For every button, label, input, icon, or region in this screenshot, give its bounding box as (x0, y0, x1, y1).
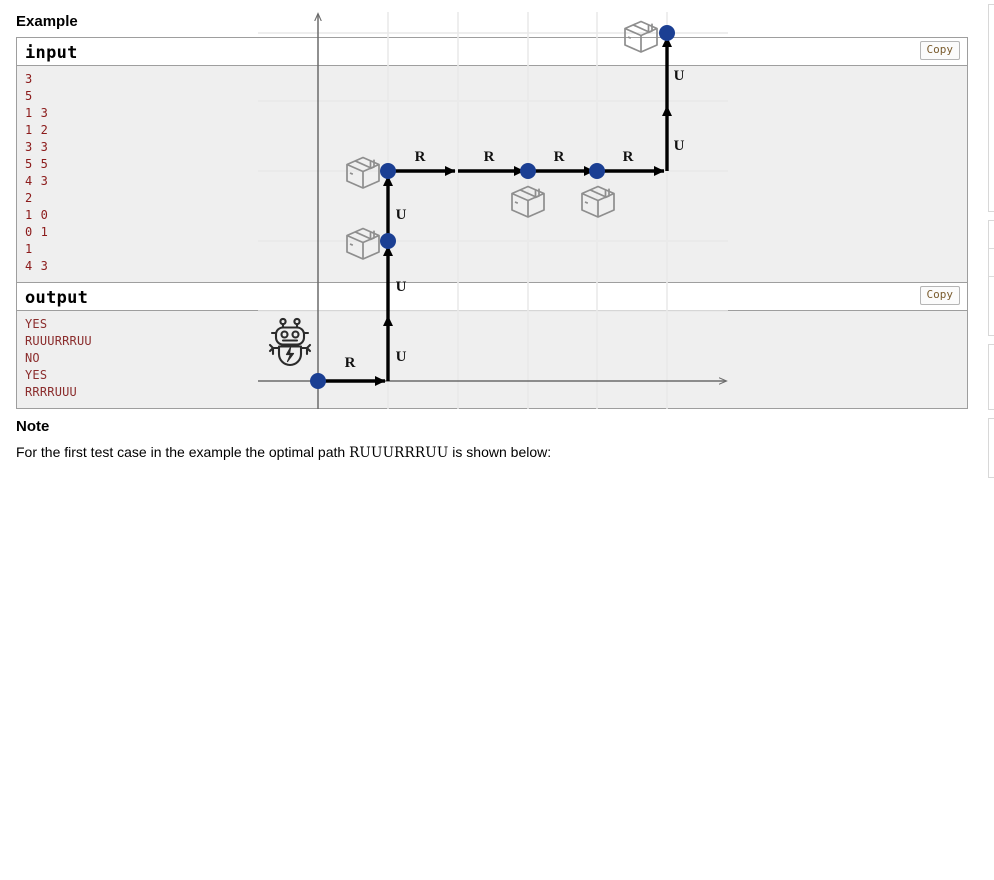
path-nodes (310, 25, 675, 389)
path-figure: R U U U R R R R U U (0, 4, 994, 409)
node-box-1 (380, 233, 396, 249)
sidebar-row[interactable] (989, 419, 994, 447)
move-label: U (396, 349, 407, 365)
move-label: U (674, 68, 685, 84)
package-boxes (346, 20, 658, 260)
path-figure-svg: R U U U R R R R U U (258, 12, 728, 409)
note-path-literal: RUUURRRUU (349, 445, 449, 461)
move-labels: R U U U R R R R U U (345, 68, 685, 371)
node-box-3 (520, 163, 536, 179)
move-label: R (484, 149, 495, 165)
move-label: R (345, 355, 356, 371)
move-label: U (396, 207, 407, 223)
note-heading: Note (16, 418, 50, 435)
move-label: R (415, 149, 426, 165)
move-label: U (674, 138, 685, 154)
node-start (310, 373, 326, 389)
note-text-before: For the first test case in the example t… (16, 444, 350, 460)
axes (258, 14, 726, 409)
node-box-4 (589, 163, 605, 179)
move-label: R (554, 149, 565, 165)
move-label: U (396, 279, 407, 295)
note-paragraph: For the first test case in the example t… (16, 442, 952, 463)
package-box-icon (346, 156, 380, 189)
package-box-icon (624, 20, 658, 53)
package-box-icon (346, 227, 380, 260)
move-label: R (623, 149, 634, 165)
package-box-icon (581, 185, 615, 218)
robot-icon (268, 317, 312, 367)
node-box-5 (659, 25, 675, 41)
note-text-after: is shown below: (448, 444, 552, 460)
node-box-2 (380, 163, 396, 179)
sidebar-box-4[interactable] (988, 418, 994, 478)
